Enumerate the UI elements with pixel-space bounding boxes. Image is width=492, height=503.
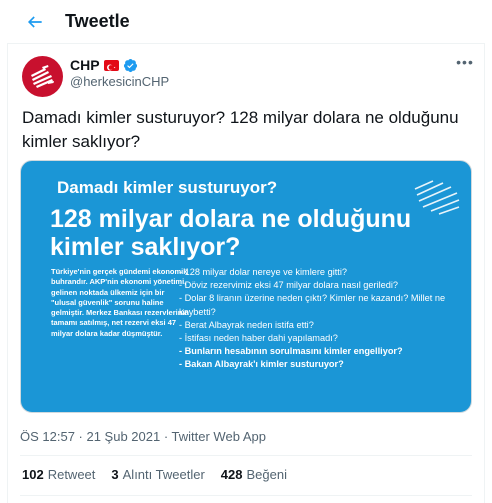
divider — [20, 495, 472, 496]
media-question: - Döviz rezervimiz eksi 47 milyar dolara… — [179, 280, 399, 291]
media-question-list: - 128 milyar dolar nereye ve kimlere git… — [179, 266, 469, 372]
arrow-left-icon — [27, 16, 42, 28]
retweets-stat[interactable]: 102 Retweet — [22, 467, 95, 482]
media-question: - Bunların hesabının sorulmasını kimler … — [179, 346, 403, 357]
author-handle[interactable]: @herkesicinCHP — [70, 74, 169, 89]
author-row: CHP — [70, 56, 138, 74]
author-name[interactable]: CHP — [70, 57, 100, 73]
turkish-flag-icon — [103, 59, 119, 71]
media-question: - Berat Albayrak neden istifa etti? — [179, 319, 314, 330]
media-title: 128 milyar dolara ne olduğunu kimler sak… — [50, 205, 412, 261]
quotes-stat[interactable]: 3 Alıntı Tweetler — [111, 467, 204, 482]
quotes-count: 3 — [111, 467, 119, 482]
more-options-button[interactable]: ••• — [455, 55, 475, 71]
media-subtitle: Damadı kimler susturuyor? — [57, 178, 278, 197]
chp-logo-icon — [31, 65, 54, 88]
tweet-media-image[interactable]: Damadı kimler susturuyor? 128 milyar dol… — [20, 160, 472, 413]
divider — [20, 455, 472, 456]
media-question: - İstifası neden haber dahi yapılamadı? — [179, 333, 338, 344]
retweets-label: Retweet — [47, 467, 96, 482]
likes-stat[interactable]: 428 Beğeni — [221, 467, 287, 482]
likes-label: Beğeni — [246, 467, 287, 482]
tweet-stats: 102 Retweet 3 Alıntı Tweetler 428 Beğeni — [22, 467, 287, 482]
media-question: - 128 milyar dolar nereye ve kimlere git… — [179, 267, 347, 277]
tweet-text: Damadı kimler susturuyor? 128 milyar dol… — [22, 108, 459, 151]
chp-arrows-logo-icon — [414, 180, 460, 215]
avatar[interactable] — [22, 56, 63, 97]
page-title: Tweetle — [65, 11, 130, 31]
page-header: Tweetle — [7, 0, 485, 44]
retweets-count: 102 — [22, 467, 44, 482]
more-icon: ••• — [456, 54, 474, 70]
media-question: - Dolar 8 liranın üzerine neden çıktı? K… — [179, 293, 446, 317]
quotes-label: Alıntı Tweetler — [122, 467, 205, 482]
back-button[interactable] — [21, 8, 49, 36]
likes-count: 428 — [220, 467, 243, 482]
tweet-timestamp[interactable]: ÖS 12:57 · 21 Şub 2021 · Twitter Web App — [20, 429, 266, 444]
verified-badge-icon — [123, 58, 138, 73]
media-left-text: Türkiye'nin gerçek gündemi ekonomik buhr… — [51, 267, 189, 338]
media-question: - Bakan Albayrak'ı kimler susturuyor? — [179, 359, 344, 370]
